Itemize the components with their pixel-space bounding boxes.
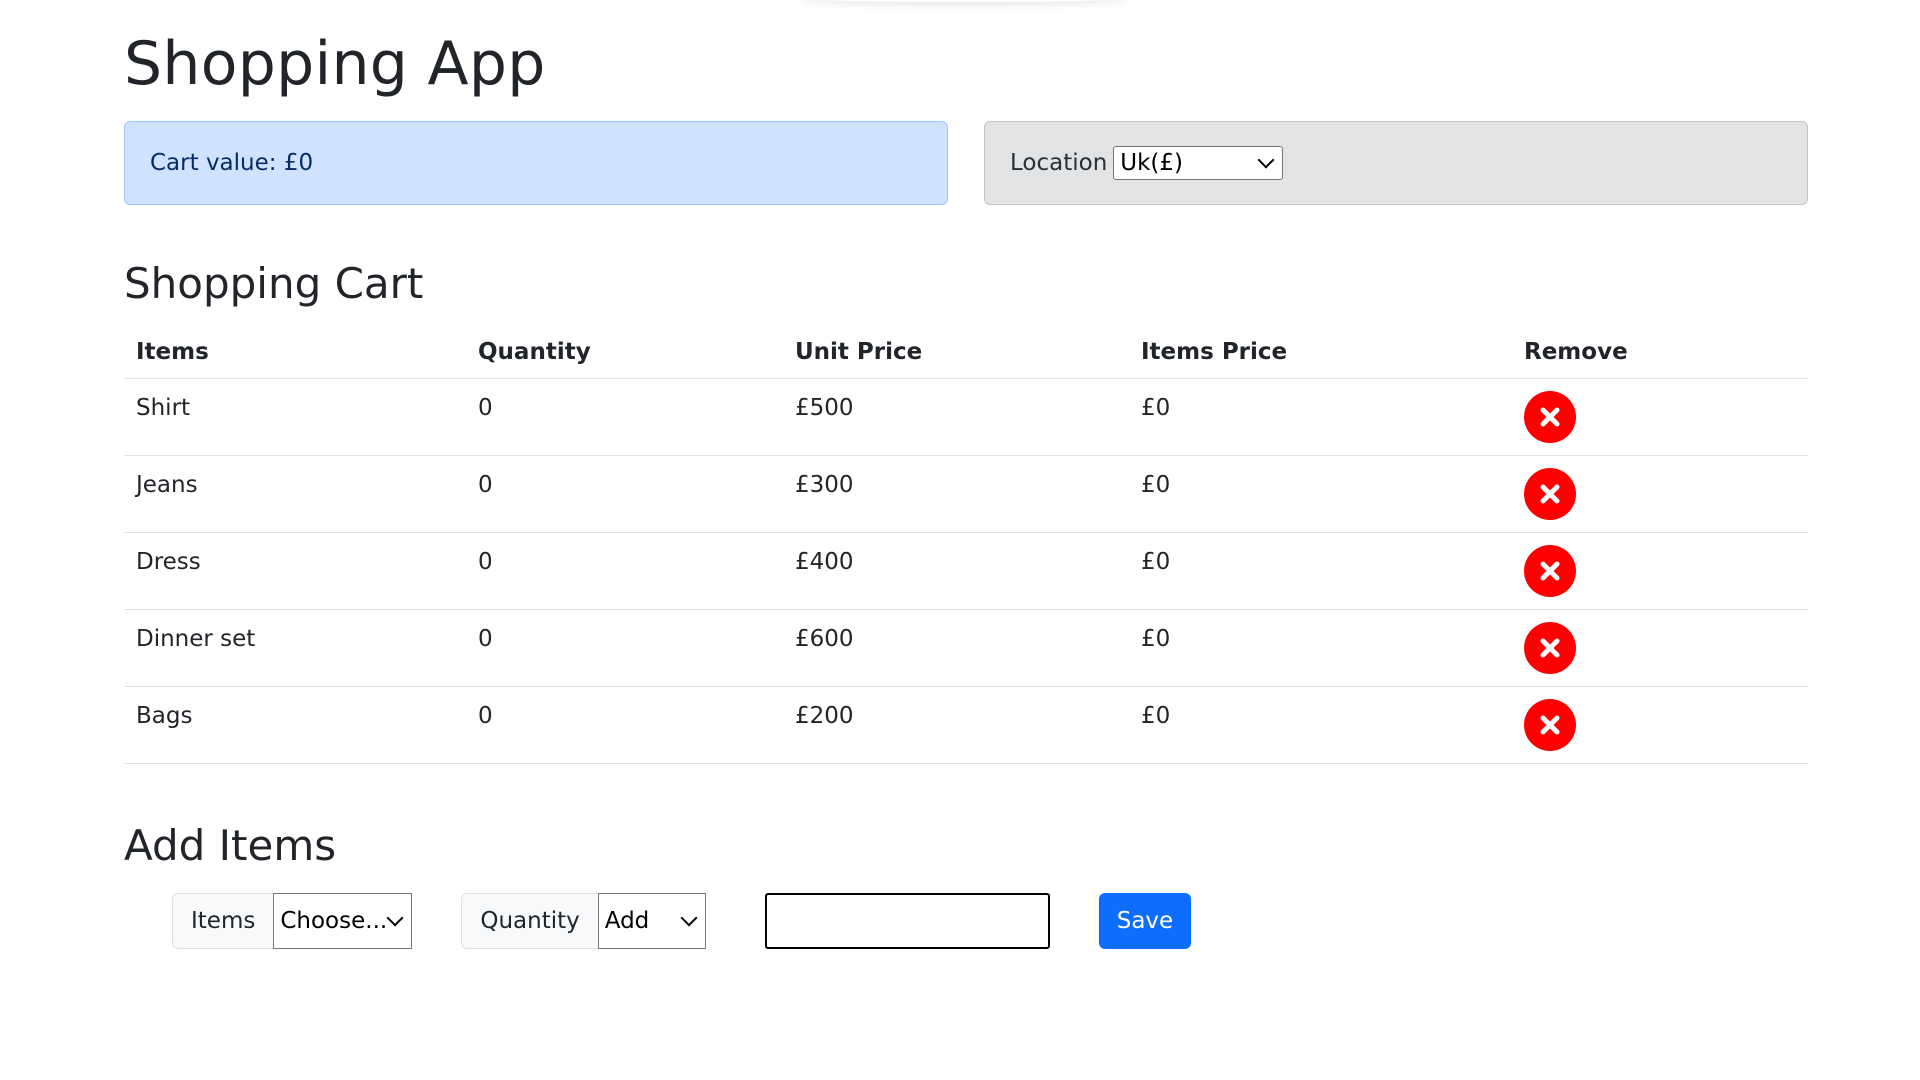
cell-remove <box>1512 532 1808 610</box>
close-circle-icon <box>1540 484 1560 504</box>
cell-remove <box>1512 378 1808 456</box>
location-alert: Location Uk(£) <box>984 121 1808 205</box>
col-header-remove: Remove <box>1512 326 1808 379</box>
cell-item: Jeans <box>124 455 466 533</box>
cell-items-price: £0 <box>1129 532 1512 610</box>
cell-items-price: £0 <box>1129 455 1512 533</box>
cell-remove <box>1512 686 1808 764</box>
table-row: Jeans 0 £300 £0 <box>124 455 1808 533</box>
cell-unit-price: £200 <box>783 686 1129 764</box>
shopping-cart-title: Shopping Cart <box>124 259 424 308</box>
col-header-unit-price: Unit Price <box>783 326 1129 379</box>
save-button[interactable]: Save <box>1098 893 1192 949</box>
chevron-down-icon <box>680 909 698 927</box>
quantity-select[interactable]: Add <box>597 893 706 949</box>
remove-button[interactable] <box>1524 391 1576 443</box>
add-items-form: Items Choose... Quantity Add Save <box>172 893 1192 949</box>
location-select-value: Uk(£) <box>1120 150 1184 176</box>
cell-item: Shirt <box>124 378 466 456</box>
cell-quantity: 0 <box>466 609 783 687</box>
location-label: Location <box>1010 150 1108 176</box>
cell-unit-price: £400 <box>783 532 1129 610</box>
cart-value-alert: Cart value: £0 <box>124 121 948 205</box>
items-select-value: Choose... <box>280 908 388 934</box>
cell-quantity: 0 <box>466 378 783 456</box>
table-row: Dress 0 £400 £0 <box>124 532 1808 610</box>
table-row: Dinner set 0 £600 £0 <box>124 609 1808 687</box>
remove-button[interactable] <box>1524 622 1576 674</box>
cell-item: Bags <box>124 686 466 764</box>
quantity-select-value: Add <box>604 908 650 934</box>
chevron-down-icon <box>386 909 404 927</box>
remove-button[interactable] <box>1524 699 1576 751</box>
chevron-down-icon <box>1257 151 1275 169</box>
col-header-items: Items <box>124 326 466 379</box>
cell-remove <box>1512 609 1808 687</box>
cart-table: Items Quantity Unit Price Items Price Re… <box>124 326 1808 764</box>
cell-items-price: £0 <box>1129 686 1512 764</box>
cell-unit-price: £600 <box>783 609 1129 687</box>
cell-quantity: 0 <box>466 532 783 610</box>
items-input-group: Items Choose... <box>172 893 413 949</box>
remove-button[interactable] <box>1524 468 1576 520</box>
cell-items-price: £0 <box>1129 378 1512 456</box>
cart-value-text: Cart value: £0 <box>150 150 314 176</box>
table-row: Shirt 0 £500 £0 <box>124 378 1808 456</box>
col-header-items-price: Items Price <box>1129 326 1512 379</box>
col-header-quantity: Quantity <box>466 326 783 379</box>
close-circle-icon <box>1540 715 1560 735</box>
quantity-label: Quantity <box>461 893 598 949</box>
items-label: Items <box>172 893 274 949</box>
quantity-input-group: Quantity Add <box>461 893 706 949</box>
add-items-title: Add Items <box>124 821 337 870</box>
quantity-input[interactable] <box>764 893 1050 949</box>
close-circle-icon <box>1540 561 1560 581</box>
close-circle-icon <box>1540 638 1560 658</box>
location-select[interactable]: Uk(£) <box>1113 146 1284 180</box>
table-header-row: Items Quantity Unit Price Items Price Re… <box>124 326 1808 379</box>
cell-quantity: 0 <box>466 686 783 764</box>
page-title: Shopping App <box>124 29 546 99</box>
close-circle-icon <box>1540 407 1560 427</box>
items-select[interactable]: Choose... <box>273 893 413 949</box>
cell-item: Dress <box>124 532 466 610</box>
top-shadow <box>800 0 1130 2</box>
cell-items-price: £0 <box>1129 609 1512 687</box>
table-row: Bags 0 £200 £0 <box>124 686 1808 764</box>
cell-quantity: 0 <box>466 455 783 533</box>
cell-item: Dinner set <box>124 609 466 687</box>
cell-unit-price: £500 <box>783 378 1129 456</box>
cell-remove <box>1512 455 1808 533</box>
cell-unit-price: £300 <box>783 455 1129 533</box>
remove-button[interactable] <box>1524 545 1576 597</box>
